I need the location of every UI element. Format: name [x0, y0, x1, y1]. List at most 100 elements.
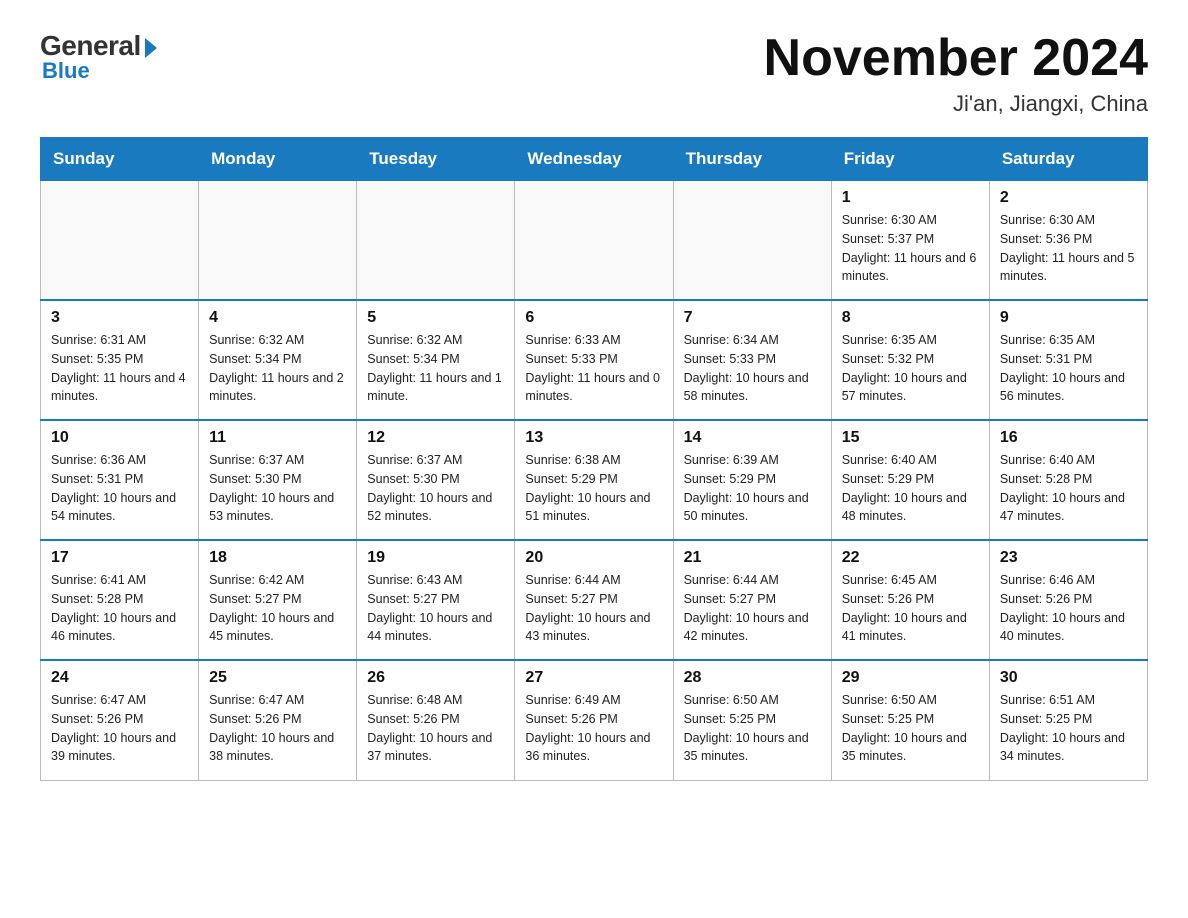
day-number: 17 — [51, 549, 188, 567]
calendar-cell: 18 Sunrise: 6:42 AMSunset: 5:27 PMDayligh… — [199, 540, 357, 660]
calendar-cell: 16 Sunrise: 6:40 AMSunset: 5:28 PMDayligh… — [989, 420, 1147, 540]
day-header-monday: Monday — [199, 138, 357, 180]
day-info: Sunrise: 6:47 AMSunset: 5:26 PMDaylight:… — [51, 691, 188, 766]
day-number: 3 — [51, 309, 188, 327]
day-info: Sunrise: 6:43 AMSunset: 5:27 PMDaylight:… — [367, 571, 504, 646]
calendar-cell: 26 Sunrise: 6:48 AMSunset: 5:26 PMDayligh… — [357, 660, 515, 780]
calendar-cell: 9 Sunrise: 6:35 AMSunset: 5:31 PMDaylight… — [989, 300, 1147, 420]
day-info: Sunrise: 6:41 AMSunset: 5:28 PMDaylight:… — [51, 571, 188, 646]
day-info: Sunrise: 6:35 AMSunset: 5:31 PMDaylight:… — [1000, 331, 1137, 406]
day-number: 15 — [842, 429, 979, 447]
day-number: 26 — [367, 669, 504, 687]
day-info: Sunrise: 6:48 AMSunset: 5:26 PMDaylight:… — [367, 691, 504, 766]
calendar-cell: 17 Sunrise: 6:41 AMSunset: 5:28 PMDayligh… — [41, 540, 199, 660]
calendar-cell: 5Sunrise: 6:32 AMSunset: 5:34 PMDaylight… — [357, 300, 515, 420]
day-info: Sunrise: 6:39 AMSunset: 5:29 PMDaylight:… — [684, 451, 821, 526]
day-number: 12 — [367, 429, 504, 447]
calendar-cell — [515, 180, 673, 300]
day-number: 14 — [684, 429, 821, 447]
day-info: Sunrise: 6:37 AMSunset: 5:30 PMDaylight:… — [209, 451, 346, 526]
week-row-3: 10 Sunrise: 6:36 AMSunset: 5:31 PMDayligh… — [41, 420, 1148, 540]
week-row-2: 3 Sunrise: 6:31 AMSunset: 5:35 PMDaylight… — [41, 300, 1148, 420]
calendar-cell: 8 Sunrise: 6:35 AMSunset: 5:32 PMDaylight… — [831, 300, 989, 420]
day-number: 30 — [1000, 669, 1137, 687]
day-number: 29 — [842, 669, 979, 687]
calendar-cell: 3 Sunrise: 6:31 AMSunset: 5:35 PMDaylight… — [41, 300, 199, 420]
day-info: Sunrise: 6:32 AMSunset: 5:34 PMDaylight:… — [209, 331, 346, 406]
day-number: 23 — [1000, 549, 1137, 567]
day-info: Sunrise: 6:50 AMSunset: 5:25 PMDaylight:… — [684, 691, 821, 766]
day-info: Sunrise: 6:44 AMSunset: 5:27 PMDaylight:… — [525, 571, 662, 646]
day-number: 2 — [1000, 189, 1137, 207]
day-info: Sunrise: 6:47 AMSunset: 5:26 PMDaylight:… — [209, 691, 346, 766]
calendar-cell: 13Sunrise: 6:38 AMSunset: 5:29 PMDayligh… — [515, 420, 673, 540]
day-number: 4 — [209, 309, 346, 327]
day-info: Sunrise: 6:40 AMSunset: 5:28 PMDaylight:… — [1000, 451, 1137, 526]
day-number: 25 — [209, 669, 346, 687]
day-number: 6 — [525, 309, 662, 327]
day-number: 20 — [525, 549, 662, 567]
day-number: 19 — [367, 549, 504, 567]
calendar-cell: 11 Sunrise: 6:37 AMSunset: 5:30 PMDayligh… — [199, 420, 357, 540]
day-number: 27 — [525, 669, 662, 687]
day-info: Sunrise: 6:34 AMSunset: 5:33 PMDaylight:… — [684, 331, 821, 406]
day-info: Sunrise: 6:49 AMSunset: 5:26 PMDaylight:… — [525, 691, 662, 766]
day-number: 21 — [684, 549, 821, 567]
calendar-cell: 12 Sunrise: 6:37 AMSunset: 5:30 PMDayligh… — [357, 420, 515, 540]
calendar-cell — [41, 180, 199, 300]
location-title: Ji'an, Jiangxi, China — [764, 91, 1148, 117]
calendar-cell: 30Sunrise: 6:51 AMSunset: 5:25 PMDayligh… — [989, 660, 1147, 780]
day-info: Sunrise: 6:45 AMSunset: 5:26 PMDaylight:… — [842, 571, 979, 646]
calendar-cell: 14 Sunrise: 6:39 AMSunset: 5:29 PMDayligh… — [673, 420, 831, 540]
day-info: Sunrise: 6:40 AMSunset: 5:29 PMDaylight:… — [842, 451, 979, 526]
day-info: Sunrise: 6:44 AMSunset: 5:27 PMDaylight:… — [684, 571, 821, 646]
day-info: Sunrise: 6:31 AMSunset: 5:35 PMDaylight:… — [51, 331, 188, 406]
day-header-friday: Friday — [831, 138, 989, 180]
day-header-wednesday: Wednesday — [515, 138, 673, 180]
calendar-cell: 29 Sunrise: 6:50 AMSunset: 5:25 PMDayligh… — [831, 660, 989, 780]
calendar-cell: 27 Sunrise: 6:49 AMSunset: 5:26 PMDayligh… — [515, 660, 673, 780]
calendar-cell: 6 Sunrise: 6:33 AMSunset: 5:33 PMDaylight… — [515, 300, 673, 420]
logo-arrow-icon — [145, 38, 157, 58]
calendar-cell: 21 Sunrise: 6:44 AMSunset: 5:27 PMDayligh… — [673, 540, 831, 660]
day-info: Sunrise: 6:32 AMSunset: 5:34 PMDaylight:… — [367, 331, 504, 406]
day-number: 18 — [209, 549, 346, 567]
calendar-cell: 25 Sunrise: 6:47 AMSunset: 5:26 PMDayligh… — [199, 660, 357, 780]
month-title: November 2024 — [764, 30, 1148, 87]
calendar-cell: 7 Sunrise: 6:34 AMSunset: 5:33 PMDaylight… — [673, 300, 831, 420]
calendar-cell: 22 Sunrise: 6:45 AMSunset: 5:26 PMDayligh… — [831, 540, 989, 660]
day-number: 8 — [842, 309, 979, 327]
week-row-4: 17 Sunrise: 6:41 AMSunset: 5:28 PMDayligh… — [41, 540, 1148, 660]
calendar-cell — [357, 180, 515, 300]
day-number: 24 — [51, 669, 188, 687]
header: General Blue November 2024 Ji'an, Jiangx… — [40, 30, 1148, 117]
day-info: Sunrise: 6:50 AMSunset: 5:25 PMDaylight:… — [842, 691, 979, 766]
days-of-week-row: SundayMondayTuesdayWednesdayThursdayFrid… — [41, 138, 1148, 180]
day-number: 1 — [842, 189, 979, 207]
calendar-cell: 24 Sunrise: 6:47 AMSunset: 5:26 PMDayligh… — [41, 660, 199, 780]
day-info: Sunrise: 6:42 AMSunset: 5:27 PMDaylight:… — [209, 571, 346, 646]
day-info: Sunrise: 6:33 AMSunset: 5:33 PMDaylight:… — [525, 331, 662, 406]
title-area: November 2024 Ji'an, Jiangxi, China — [764, 30, 1148, 117]
day-info: Sunrise: 6:30 AMSunset: 5:37 PMDaylight:… — [842, 211, 979, 286]
day-number: 9 — [1000, 309, 1137, 327]
day-number: 22 — [842, 549, 979, 567]
day-info: Sunrise: 6:35 AMSunset: 5:32 PMDaylight:… — [842, 331, 979, 406]
day-info: Sunrise: 6:37 AMSunset: 5:30 PMDaylight:… — [367, 451, 504, 526]
day-number: 10 — [51, 429, 188, 447]
calendar-cell — [199, 180, 357, 300]
day-number: 11 — [209, 429, 346, 447]
day-info: Sunrise: 6:30 AMSunset: 5:36 PMDaylight:… — [1000, 211, 1137, 286]
calendar-cell: 19 Sunrise: 6:43 AMSunset: 5:27 PMDayligh… — [357, 540, 515, 660]
day-header-saturday: Saturday — [989, 138, 1147, 180]
calendar-cell: 28Sunrise: 6:50 AMSunset: 5:25 PMDayligh… — [673, 660, 831, 780]
calendar-cell: 4 Sunrise: 6:32 AMSunset: 5:34 PMDaylight… — [199, 300, 357, 420]
day-number: 16 — [1000, 429, 1137, 447]
day-header-sunday: Sunday — [41, 138, 199, 180]
calendar-cell — [673, 180, 831, 300]
day-header-tuesday: Tuesday — [357, 138, 515, 180]
day-number: 7 — [684, 309, 821, 327]
calendar-cell: 1 Sunrise: 6:30 AMSunset: 5:37 PMDaylight… — [831, 180, 989, 300]
week-row-5: 24 Sunrise: 6:47 AMSunset: 5:26 PMDayligh… — [41, 660, 1148, 780]
day-info: Sunrise: 6:36 AMSunset: 5:31 PMDaylight:… — [51, 451, 188, 526]
